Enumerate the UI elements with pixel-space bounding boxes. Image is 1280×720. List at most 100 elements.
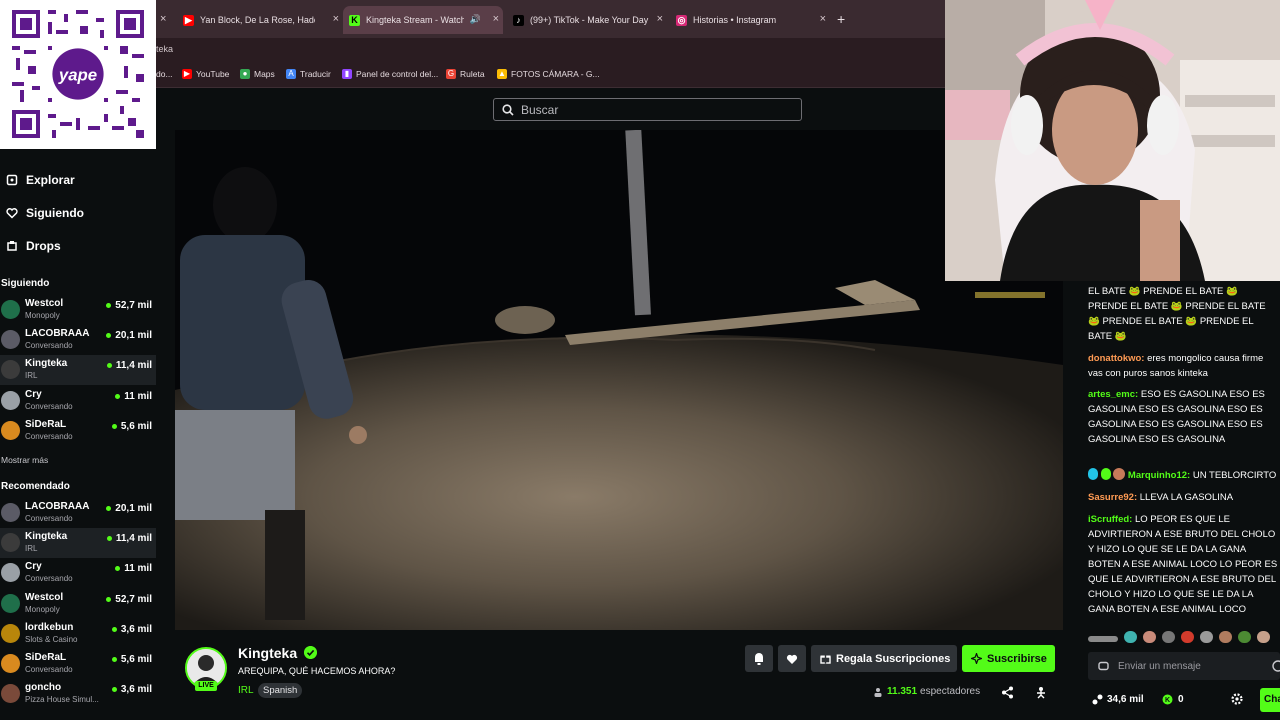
drive-icon: ▲ — [497, 69, 507, 79]
sidebar-channel-lordkebun[interactable]: lordkebun Slots & Casino 3,6 mil — [0, 619, 156, 649]
gift-subs-button[interactable]: Regala Suscripciones — [811, 645, 957, 672]
subscribe-button[interactable]: Suscribirse — [962, 645, 1055, 672]
channel-name: Cry — [25, 561, 42, 573]
chat-message-text: UN TEBLORCIRTO — [1192, 470, 1277, 481]
sidebar-channel-sideral[interactable]: SiDeRaL Conversando 5,6 mil — [0, 649, 156, 679]
sidebar-channel-sideral[interactable]: SiDeRaL Conversando 5,6 mil — [0, 416, 156, 446]
webcam-feed — [945, 0, 1280, 281]
close-tab-icon[interactable]: × — [657, 13, 663, 25]
twitch-icon: ▮ — [342, 69, 352, 79]
bookmark-fotos[interactable]: ▲ FOTOS CÁMARA - G... — [497, 69, 600, 79]
channel-viewers: 20,1 mil — [106, 330, 152, 341]
sidebar-nav-drops[interactable]: Drops — [6, 239, 61, 253]
address-bar[interactable]: teka — [156, 38, 945, 62]
emote-icon[interactable] — [1088, 636, 1118, 642]
bookmark-item[interactable]: do... — [156, 69, 173, 79]
emote-icon[interactable] — [1143, 631, 1156, 643]
flag-icon[interactable] — [1035, 686, 1047, 699]
close-tab-icon[interactable]: × — [160, 13, 166, 25]
bookmark-youtube[interactable]: ▶ YouTube — [182, 69, 229, 79]
chat-message-text: LO PEOR ES QUE LE ADVIRTIERON A ESE BRUT… — [1088, 514, 1278, 615]
verified-icon — [304, 646, 317, 659]
chat-footer: 34,6 mil K 0 Chat — [1080, 688, 1280, 720]
speaker-icon[interactable]: 🔊 — [470, 14, 481, 25]
emote-icon[interactable] — [1238, 631, 1251, 643]
sidebar-channel-cry[interactable]: Cry Conversando 11 mil — [0, 386, 156, 416]
chat-input[interactable]: Enviar un mensaje — [1088, 652, 1280, 680]
gear-icon[interactable] — [1231, 693, 1243, 705]
chat-username[interactable]: donattokwo: — [1088, 353, 1144, 364]
channel-viewers: 11,4 mil — [106, 533, 152, 544]
sidebar-nav-siguiendo[interactable]: Siguiendo — [6, 206, 84, 220]
tab-kick[interactable]: K Kingteka Stream - Watch Li 🔊 × — [343, 6, 503, 34]
emote-icon[interactable] — [1200, 631, 1213, 643]
recommended-section-title: Recomendado — [1, 481, 70, 492]
channel-avatar — [1, 623, 20, 643]
language-tag[interactable]: Spanish — [258, 683, 303, 698]
chat-message: EL BATE 🐸 PRENDE EL BATE 🐸 PRENDE EL BAT… — [1088, 284, 1280, 344]
streamer-name[interactable]: Kingteka — [238, 645, 297, 661]
chat-username[interactable]: artes_emc: — [1088, 389, 1138, 400]
search-placeholder: Buscar — [521, 102, 559, 117]
channel-category: Conversando — [25, 514, 73, 523]
live-dot-icon — [111, 687, 117, 693]
chat-send-button[interactable]: Chat — [1260, 688, 1280, 712]
chat-username[interactable]: Marquinho12: — [1128, 470, 1190, 481]
chat-message: Sasurre92: LLEVA LA GASOLINA — [1088, 490, 1280, 505]
show-more-link[interactable]: Mostrar más — [1, 455, 48, 465]
sidebar-channel-goncho[interactable]: goncho Pizza House Simul... 3,6 mil — [0, 679, 156, 709]
sidebar-channel-lacobraaa[interactable]: LACOBRAAA Conversando 20,1 mil — [0, 498, 156, 528]
close-tab-icon[interactable]: × — [493, 13, 499, 25]
channel-viewers: 3,6 mil — [111, 684, 152, 695]
sidebar-channel-lacobraaa[interactable]: LACOBRAAA Conversando 20,1 mil — [0, 325, 156, 355]
live-dot-icon — [106, 536, 112, 542]
sidebar-channel-westcol[interactable]: Westcol Monopoly 52,7 mil — [0, 295, 156, 325]
emote-icon[interactable] — [1181, 631, 1194, 643]
sidebar-channel-westcol[interactable]: Westcol Monopoly 52,7 mil — [0, 589, 156, 619]
sidebar-channel-cry[interactable]: Cry Conversando 11 mil — [0, 558, 156, 588]
channel-avatar — [1, 503, 20, 522]
chat-username[interactable]: iScruffed: — [1088, 514, 1132, 525]
sidebar-nav-inicio[interactable]: Inicio — [6, 141, 58, 151]
channel-name: LACOBRAAA — [25, 328, 90, 340]
close-tab-icon[interactable]: × — [333, 13, 339, 25]
tab-instagram[interactable]: ◎ Historias • Instagram × — [670, 6, 830, 34]
chat-username[interactable]: Sasurre92: — [1088, 492, 1137, 503]
channel-avatar — [1, 360, 20, 380]
channel-viewers: 5,6 mil — [111, 654, 152, 665]
emote-icon[interactable] — [1162, 631, 1175, 643]
kicks-value: 0 — [1178, 694, 1184, 705]
sidebar-channel-kingteka[interactable]: Kingteka IRL 11,4 mil — [0, 355, 156, 386]
channel-category: Conversando — [25, 431, 73, 441]
emote-icon[interactable] — [1219, 631, 1232, 643]
tab-label: (99+) TikTok - Make Your Day — [530, 15, 649, 25]
follow-button[interactable] — [778, 645, 806, 672]
svg-text:K: K — [1165, 697, 1170, 704]
channel-name: Westcol — [25, 591, 64, 603]
tab-youtube[interactable]: ▶ Yan Block, De La Rose, Hades66 × — [183, 6, 343, 34]
bookmark-ruleta[interactable]: G Ruleta — [446, 69, 485, 79]
bookmark-traducir[interactable]: A Traducir — [286, 69, 331, 79]
chat-message: iScruffed: LO PEOR ES QUE LE ADVIRTIERON… — [1088, 512, 1280, 617]
search-input[interactable]: Buscar — [493, 98, 802, 121]
emote-icon[interactable] — [1257, 631, 1270, 643]
channel-name: SiDeRaL — [25, 652, 67, 663]
sidebar-nav-explorar[interactable]: Explorar — [6, 173, 75, 187]
close-tab-icon[interactable]: × — [820, 13, 826, 25]
emote-icon[interactable] — [1124, 631, 1137, 643]
share-icon[interactable] — [1001, 686, 1014, 699]
channel-avatar — [1, 390, 20, 410]
emoji-icon[interactable] — [1272, 660, 1280, 672]
channel-name: Westcol — [25, 298, 64, 309]
notifications-button[interactable] — [745, 645, 773, 672]
new-tab-button[interactable]: + — [837, 11, 845, 27]
tab-tiktok[interactable]: ♪ (99+) TikTok - Make Your Day × — [507, 6, 667, 34]
video-player[interactable] — [175, 130, 1063, 630]
channel-category: Conversando — [25, 401, 73, 411]
bookmark-panel[interactable]: ▮ Panel de control del... — [342, 69, 438, 79]
live-dot-icon — [106, 596, 112, 602]
stream-category-link[interactable]: IRL — [238, 685, 254, 696]
bookmark-maps[interactable]: ● Maps — [240, 69, 275, 79]
badge-icon — [1100, 468, 1111, 480]
sidebar-channel-kingteka[interactable]: Kingteka IRL 11,4 mil — [0, 528, 156, 559]
